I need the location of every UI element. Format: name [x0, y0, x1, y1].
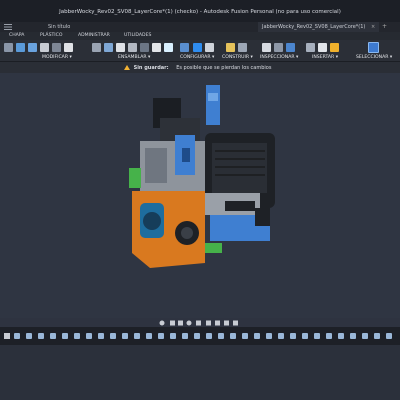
table-icon[interactable]: [205, 43, 214, 52]
timeline-feature-icon[interactable]: [110, 333, 116, 339]
rigid-group-icon[interactable]: [128, 43, 137, 52]
window-title-bar: JabberWocky_Rev02_SV08_LayerCore*(1) (ch…: [0, 0, 400, 22]
offset-plane-icon[interactable]: [226, 43, 235, 52]
new-component-icon[interactable]: [92, 43, 101, 52]
tab-label: JabberWocky_Rev02_SV08_LayerCore*(1): [262, 24, 366, 30]
tab-plastic[interactable]: PLÁSTICO: [40, 33, 62, 38]
insert-mesh-icon[interactable]: [318, 43, 327, 52]
timeline-feature-icon[interactable]: [230, 333, 236, 339]
timeline-feature-icon[interactable]: [266, 333, 272, 339]
timeline-feature-icon[interactable]: [50, 333, 56, 339]
timeline-feature-icon[interactable]: [194, 333, 200, 339]
tab-active-design[interactable]: JabberWocky_Rev02_SV08_LayerCore*(1) ×: [258, 22, 380, 32]
warning-message: Es posible que se pierdan los cambios: [176, 65, 272, 71]
timeline-step-back-icon[interactable]: [4, 333, 10, 339]
drive-joints-icon[interactable]: [140, 43, 149, 52]
app-menu-icon[interactable]: [4, 24, 12, 30]
timeline-feature-icon[interactable]: [326, 333, 332, 339]
orbit-icon[interactable]: [159, 320, 165, 326]
timeline-feature-icon[interactable]: [62, 333, 68, 339]
insert-derive-icon[interactable]: [306, 43, 315, 52]
section-analysis-icon[interactable]: [286, 43, 295, 52]
timeline-feature-icon[interactable]: [350, 333, 356, 339]
fillet-icon[interactable]: [16, 43, 25, 52]
group-assemble[interactable]: ENSAMBLAR ▾: [118, 55, 150, 60]
window-title: JabberWocky_Rev02_SV08_LayerCore*(1) (ch…: [59, 9, 341, 15]
visual-style-icon[interactable]: [233, 320, 238, 326]
timeline-feature-icon[interactable]: [338, 333, 344, 339]
timeline-feature-icon[interactable]: [146, 333, 152, 339]
timeline-feature-icon[interactable]: [74, 333, 80, 339]
desktop-background: [0, 345, 400, 400]
timeline-feature-icon[interactable]: [98, 333, 104, 339]
move-icon[interactable]: [64, 43, 73, 52]
navigation-bar: [0, 313, 400, 326]
combine-icon[interactable]: [40, 43, 49, 52]
tab-utilities[interactable]: UTILIDADES: [124, 33, 151, 38]
warning-icon: [124, 65, 130, 70]
timeline-feature-icon[interactable]: [26, 333, 32, 339]
motion-link-icon[interactable]: [152, 43, 161, 52]
joint-icon[interactable]: [104, 43, 113, 52]
scale-icon[interactable]: [52, 43, 61, 52]
new-tab-icon[interactable]: +: [382, 23, 387, 30]
group-select[interactable]: SELECCIONAR ▾: [356, 55, 392, 60]
unsaved-warning-bar: Sin guardar: Es posible que se pierdan l…: [0, 62, 400, 73]
canvas-viewport[interactable]: [0, 73, 400, 318]
contact-sets-icon[interactable]: [164, 43, 173, 52]
insert-mcmaster-icon[interactable]: [330, 43, 339, 52]
group-construct[interactable]: CONSTRUIR ▾: [222, 55, 253, 60]
zoom-icon[interactable]: [186, 320, 192, 326]
timeline-feature-icon[interactable]: [374, 333, 380, 339]
interference-icon[interactable]: [274, 43, 283, 52]
timeline-feature-icon[interactable]: [182, 333, 188, 339]
toolbar-ribbon: MODIFICAR ▾ ENSAMBLAR ▾ CONFIGURAR ▾ CON…: [0, 40, 400, 62]
group-inspect[interactable]: INSPECCIONAR ▾: [260, 55, 298, 60]
group-insert[interactable]: INSERTAR ▾: [312, 55, 338, 60]
tab-untitled[interactable]: Sin título: [44, 22, 74, 32]
timeline-feature-icon[interactable]: [290, 333, 296, 339]
timeline-feature-icon[interactable]: [206, 333, 212, 339]
timeline-feature-icon[interactable]: [386, 333, 392, 339]
document-tab-bar: Sin título JabberWocky_Rev02_SV08_LayerC…: [0, 22, 400, 32]
look-at-icon[interactable]: [170, 320, 175, 326]
display-settings-icon[interactable]: [206, 320, 211, 326]
timeline-feature-icon[interactable]: [86, 333, 92, 339]
pan-icon[interactable]: [178, 320, 183, 326]
group-configure[interactable]: CONFIGURAR ▾: [180, 55, 214, 60]
warning-label: Sin guardar:: [133, 65, 169, 71]
timeline-feature-icon[interactable]: [158, 333, 164, 339]
timeline-feature-icon[interactable]: [170, 333, 176, 339]
timeline-feature-icon[interactable]: [254, 333, 260, 339]
tab-sheet-metal[interactable]: CHAPA: [9, 33, 24, 38]
parameters-icon[interactable]: [193, 43, 202, 52]
timeline-feature-icon[interactable]: [38, 333, 44, 339]
timeline-feature-icon[interactable]: [278, 333, 284, 339]
shell-icon[interactable]: [28, 43, 37, 52]
timeline-feature-icon[interactable]: [314, 333, 320, 339]
as-built-joint-icon[interactable]: [116, 43, 125, 52]
viewports-icon[interactable]: [224, 320, 229, 326]
group-modify[interactable]: MODIFICAR ▾: [42, 55, 72, 60]
timeline-feature-icon[interactable]: [302, 333, 308, 339]
select-icon[interactable]: [368, 42, 379, 53]
close-icon[interactable]: ×: [371, 24, 375, 30]
timeline-feature-icon[interactable]: [134, 333, 140, 339]
timeline-feature-icon[interactable]: [122, 333, 128, 339]
timeline-feature-icon[interactable]: [14, 333, 20, 339]
3d-model[interactable]: [0, 73, 400, 318]
axis-icon[interactable]: [238, 43, 247, 52]
tab-manage[interactable]: ADMINISTRAR: [78, 33, 110, 38]
timeline-feature-icon[interactable]: [362, 333, 368, 339]
timeline-feature-icon[interactable]: [242, 333, 248, 339]
design-timeline[interactable]: [0, 327, 400, 345]
tab-label: Sin título: [48, 24, 71, 30]
timeline-feature-icon[interactable]: [218, 333, 224, 339]
workspace-tab-bar: CHAPA PLÁSTICO ADMINISTRAR UTILIDADES: [0, 32, 400, 40]
fit-icon[interactable]: [196, 320, 201, 326]
press-pull-icon[interactable]: [4, 43, 13, 52]
grid-settings-icon[interactable]: [215, 320, 220, 326]
configure-icon[interactable]: [180, 43, 189, 52]
measure-icon[interactable]: [262, 43, 271, 52]
